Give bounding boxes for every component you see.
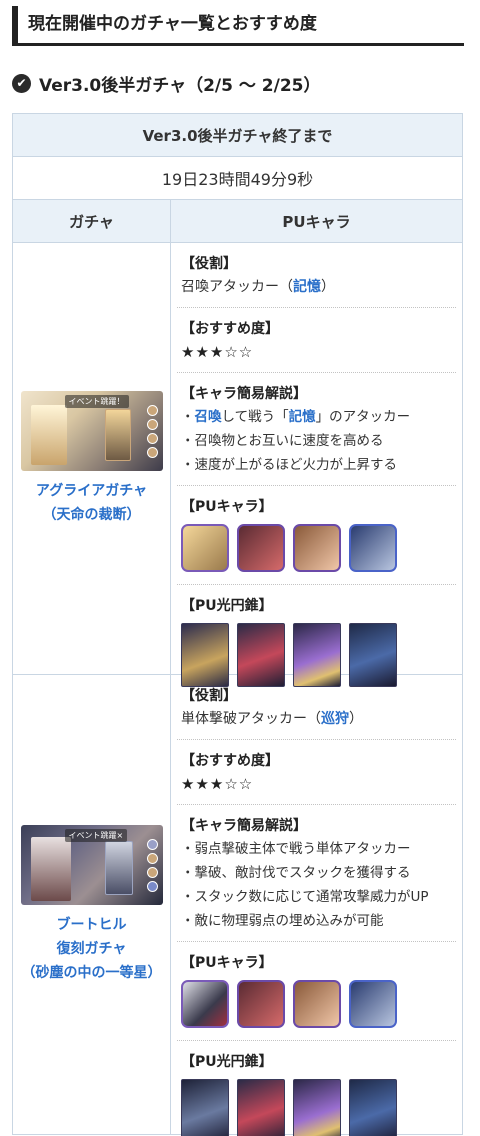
description-title: 【キャラ簡易解説】 — [181, 386, 307, 402]
description-block: 【キャラ簡易解説】 ・召喚して戦う「記憶」のアタッカー ・召喚物とお互いに速度を… — [177, 373, 456, 486]
character-icon[interactable] — [293, 524, 341, 572]
gacha-cell: イベント跳躍× ブートヒル 復刻ガチャ （砂塵の中の一等星） — [13, 675, 171, 1134]
character-icon[interactable] — [237, 980, 285, 1028]
path-link[interactable]: 記憶 — [289, 409, 316, 425]
check-circle-icon: ✔ — [12, 73, 31, 93]
light-cone-icon[interactable] — [349, 1079, 397, 1136]
description-item: ・スタック数に応じて通常攻撃威力がUP — [181, 889, 429, 905]
gacha-cell: イベント跳躍！ アグライアガチャ （天命の裁断） — [13, 243, 171, 674]
character-icon[interactable] — [349, 524, 397, 572]
pu-character-block: 【PUキャラ】 — [177, 942, 456, 1041]
section-heading: 現在開催中のガチャ一覧とおすすめ度 — [12, 6, 464, 46]
recommend-title: 【おすすめ度】 — [181, 753, 279, 769]
pu-light-cone-title: 【PU光円錐】 — [181, 1054, 273, 1070]
light-cone-icon[interactable] — [237, 623, 285, 687]
character-icon[interactable] — [349, 980, 397, 1028]
column-header-pu-character: PUキャラ — [282, 212, 351, 231]
banner-character-dots — [146, 838, 158, 892]
table-row: イベント跳躍× ブートヒル 復刻ガチャ （砂塵の中の一等星） 【役割】 単体撃破… — [13, 675, 462, 1136]
gacha-name-line[interactable]: アグライアガチャ — [36, 479, 147, 503]
description-item: ・速度が上がるほど火力が上昇する — [181, 457, 397, 473]
gacha-banner-image[interactable]: イベント跳躍！ — [20, 390, 163, 471]
end-countdown-label: Ver3.0後半ガチャ終了まで — [13, 114, 462, 157]
description-block: 【キャラ簡易解説】 ・弱点撃破主体で戦う単体アタッカー ・撃破、敵討伐でスタック… — [177, 805, 456, 942]
gacha-name-line[interactable]: 復刻ガチャ — [22, 937, 162, 961]
role-title: 【役割】 — [181, 256, 237, 272]
character-icon[interactable] — [237, 524, 285, 572]
pu-info-cell: 【役割】 召喚アタッカー（記憶） 【おすすめ度】 ★★★☆☆ 【キャラ簡易解説】… — [171, 243, 462, 687]
gacha-name-line[interactable]: （砂塵の中の一等星） — [22, 961, 162, 985]
column-header-gacha: ガチャ — [13, 200, 171, 242]
path-link[interactable]: 記憶 — [293, 279, 321, 295]
pu-light-cone-title: 【PU光円錐】 — [181, 598, 273, 614]
table-header-row: ガチャ PUキャラ — [13, 200, 462, 243]
character-icon[interactable] — [293, 980, 341, 1028]
pu-character-icons — [181, 524, 456, 572]
gacha-name-link[interactable]: アグライアガチャ （天命の裁断） — [36, 479, 147, 527]
pu-character-block: 【PUキャラ】 — [177, 486, 456, 585]
table-row: イベント跳躍！ アグライアガチャ （天命の裁断） 【役割】 召喚アタッカー（記憶… — [13, 243, 462, 687]
gacha-banner-image[interactable]: イベント跳躍× — [20, 824, 163, 905]
description-item: ・敵に物理弱点の埋め込みが可能 — [181, 913, 384, 929]
banner-caption: イベント跳躍× — [64, 828, 128, 842]
star-rating: ★★★☆☆ — [181, 343, 254, 361]
description-item: ・弱点撃破主体で戦う単体アタッカー — [181, 841, 411, 857]
recommend-title: 【おすすめ度】 — [181, 321, 279, 337]
gacha-period-title: Ver3.0後半ガチャ（2/5 〜 2/25） — [39, 75, 321, 96]
role-text: 単体撃破アタッカー（巡狩） — [181, 711, 363, 727]
role-title: 【役割】 — [181, 688, 237, 704]
light-cone-icon[interactable] — [181, 623, 229, 687]
description-title: 【キャラ簡易解説】 — [181, 818, 307, 834]
banner-character-dots — [146, 404, 158, 458]
light-cone-icon[interactable] — [349, 623, 397, 687]
light-cone-icon[interactable] — [293, 623, 341, 687]
summon-link[interactable]: 召喚 — [195, 409, 222, 425]
recommend-block: 【おすすめ度】 ★★★☆☆ — [177, 740, 456, 805]
gacha-name-line[interactable]: ブートヒル — [22, 913, 162, 937]
light-cone-icon[interactable] — [237, 1079, 285, 1136]
description-item: ・撃破、敵討伐でスタックを獲得する — [181, 865, 411, 881]
description-item: ・召喚して戦う「記憶」のアタッカー — [181, 409, 411, 425]
character-icon[interactable] — [181, 524, 229, 572]
pu-light-cone-icons — [181, 1079, 456, 1136]
gacha-table: Ver3.0後半ガチャ終了まで 19日23時間49分9秒 ガチャ PUキャラ イ… — [12, 113, 463, 1136]
recommend-block: 【おすすめ度】 ★★★☆☆ — [177, 308, 456, 373]
light-cone-icon[interactable] — [181, 1079, 229, 1136]
star-rating: ★★★☆☆ — [181, 775, 254, 793]
character-icon[interactable] — [181, 980, 229, 1028]
banner-caption: イベント跳躍！ — [64, 394, 129, 408]
pu-character-title: 【PUキャラ】 — [181, 499, 273, 515]
description-item: ・召喚物とお互いに速度を高める — [181, 433, 384, 449]
pu-info-cell: 【役割】 単体撃破アタッカー（巡狩） 【おすすめ度】 ★★★☆☆ 【キャラ簡易解… — [171, 675, 462, 1136]
pu-character-icons — [181, 980, 456, 1028]
countdown-timer: 19日23時間49分9秒 — [13, 157, 462, 200]
role-block: 【役割】 召喚アタッカー（記憶） — [177, 243, 456, 308]
light-cone-icon[interactable] — [293, 1079, 341, 1136]
role-text: 召喚アタッカー（記憶） — [181, 279, 335, 295]
gacha-period-heading: ✔ Ver3.0後半ガチャ（2/5 〜 2/25） — [12, 68, 320, 98]
pu-character-title: 【PUキャラ】 — [181, 955, 273, 971]
path-link[interactable]: 巡狩 — [321, 711, 349, 727]
gacha-name-line[interactable]: （天命の裁断） — [36, 503, 147, 527]
pu-light-cone-block: 【PU光円錐】 — [177, 1041, 456, 1136]
gacha-name-link[interactable]: ブートヒル 復刻ガチャ （砂塵の中の一等星） — [22, 913, 162, 985]
